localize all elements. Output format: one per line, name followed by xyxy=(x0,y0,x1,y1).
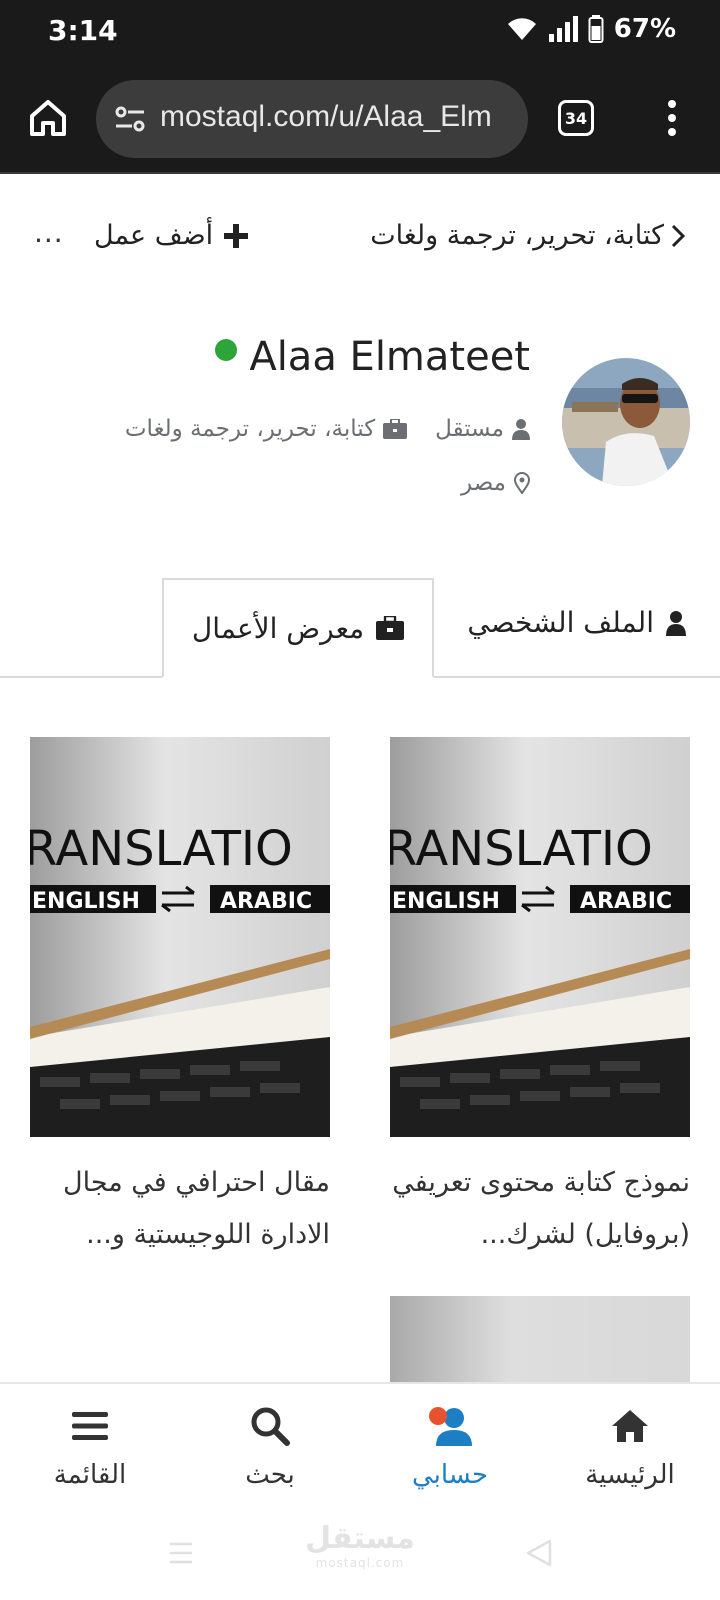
home-icon[interactable] xyxy=(26,96,70,140)
signal-icon xyxy=(548,16,578,42)
category-label: كتابة، تحرير، ترجمة ولغات xyxy=(124,416,376,442)
profile-meta: مستقل كتابة، تحرير، ترجمة ولغات xyxy=(125,416,530,442)
location-label: مصر xyxy=(461,470,506,496)
tab-profile-label: الملف الشخصي xyxy=(467,606,654,639)
map-pin-icon xyxy=(514,472,530,494)
thumb-title-text: RANSLATIO xyxy=(390,821,653,877)
system-navigation-bar: مستقل mostaql.com xyxy=(0,1508,720,1600)
thumb-lang-right: ARABIC xyxy=(580,889,672,914)
status-bar: 3:14 67% xyxy=(0,0,720,62)
nav-home-label: الرئيسية xyxy=(585,1460,675,1490)
status-icons: 67% xyxy=(506,14,676,44)
nav-account[interactable]: حسابي xyxy=(375,1404,525,1490)
wifi-icon xyxy=(507,18,536,40)
briefcase-icon xyxy=(383,419,408,439)
tab-portfolio[interactable]: معرض الأعمال xyxy=(162,578,434,678)
category-label: كتابة، تحرير، ترجمة ولغات xyxy=(370,220,664,251)
role-label: مستقل xyxy=(435,416,504,442)
battery-icon xyxy=(588,15,604,43)
tab-profile[interactable]: الملف الشخصي xyxy=(467,606,686,639)
online-status-dot xyxy=(215,339,238,361)
profile-tabs: معرض الأعمال الملف الشخصي xyxy=(0,578,720,678)
more-vertical-icon[interactable] xyxy=(660,96,684,140)
mostaql-logo-domain: mostaql.com xyxy=(315,1556,405,1570)
briefcase-icon xyxy=(376,616,405,640)
nav-menu[interactable]: القائمة xyxy=(15,1404,165,1490)
back-icon[interactable] xyxy=(524,1538,554,1568)
category-item[interactable]: كتابة، تحرير، ترجمة ولغات xyxy=(124,416,408,442)
tab-portfolio-label: معرض الأعمال xyxy=(191,611,365,645)
tab-switcher-button[interactable]: 34 xyxy=(558,100,594,136)
portfolio-card-title[interactable]: مقال احترافي في مجال الادارة اللوجيستية … xyxy=(30,1157,330,1261)
role-item: مستقل xyxy=(435,416,530,442)
nav-search-label: بحث xyxy=(245,1460,295,1490)
thumb-lang-right: ARABIC xyxy=(220,889,312,914)
nav-home[interactable]: الرئيسية xyxy=(555,1404,705,1490)
user-icon xyxy=(512,419,530,440)
category-breadcrumb[interactable]: كتابة، تحرير، ترجمة ولغات xyxy=(370,220,686,251)
mostaql-logo-text: مستقل xyxy=(305,1521,415,1556)
nav-menu-label: القائمة xyxy=(53,1460,127,1490)
location-item: مصر xyxy=(461,470,530,496)
nav-account-label: حسابي xyxy=(411,1460,489,1490)
user-icon xyxy=(666,610,686,636)
avatar-photo xyxy=(562,358,690,486)
thumb-lang-left: ENGLISH xyxy=(32,889,140,914)
add-work-label: أضف عمل xyxy=(94,220,214,251)
home-icon xyxy=(612,1410,648,1442)
profile-name-row: Alaa Elmateet xyxy=(215,334,530,380)
avatar[interactable] xyxy=(562,358,690,486)
thumb-title-text: RANSLATIO xyxy=(30,821,293,877)
portfolio-card[interactable]: RANSLATIO ENGLISH ARABIC مقال احترافي في… xyxy=(30,737,330,1261)
address-bar[interactable]: mostaql.com/u/Alaa_Elm xyxy=(96,80,528,158)
account-icon xyxy=(429,1407,472,1446)
portfolio-thumbnail-partial[interactable] xyxy=(390,1296,690,1382)
thumb-lang-left: ENGLISH xyxy=(392,889,500,914)
url-text[interactable]: mostaql.com/u/Alaa_Elm xyxy=(160,100,492,134)
profile-header: Alaa Elmateet مستقل كتابة، تحرير، ترجمة … xyxy=(0,320,720,540)
nav-search[interactable]: بحث xyxy=(195,1404,345,1490)
portfolio-card-title[interactable]: نموذج كتابة محتوى تعريفي (بروفايل) لشرك.… xyxy=(390,1157,690,1261)
chevron-right-icon xyxy=(671,224,686,247)
more-options-button[interactable]: ... xyxy=(34,216,64,249)
page-subheader: كتابة، تحرير، ترجمة ولغات أضف عمل ... xyxy=(0,176,720,296)
search-icon xyxy=(251,1407,290,1446)
battery-level: 67% xyxy=(613,14,676,44)
browser-toolbar: mostaql.com/u/Alaa_Elm 34 xyxy=(0,62,720,174)
plus-icon xyxy=(224,223,249,248)
portfolio-thumbnail[interactable]: RANSLATIO ENGLISH ARABIC xyxy=(390,737,690,1137)
site-settings-icon[interactable] xyxy=(114,104,146,134)
recent-apps-icon[interactable] xyxy=(168,1540,194,1566)
hamburger-menu-icon xyxy=(72,1412,108,1440)
add-work-button[interactable]: أضف عمل xyxy=(94,220,249,251)
portfolio-card[interactable]: RANSLATIO ENGLISH ARABIC نموذج كتابة محت… xyxy=(390,737,690,1261)
system-home-button[interactable]: مستقل mostaql.com xyxy=(300,1521,420,1571)
bottom-navigation: الرئيسية حسابي بحث القائمة xyxy=(0,1382,720,1508)
portfolio-thumbnail[interactable]: RANSLATIO ENGLISH ARABIC xyxy=(30,737,330,1137)
profile-name: Alaa Elmateet xyxy=(249,334,530,380)
status-time: 3:14 xyxy=(48,14,118,47)
